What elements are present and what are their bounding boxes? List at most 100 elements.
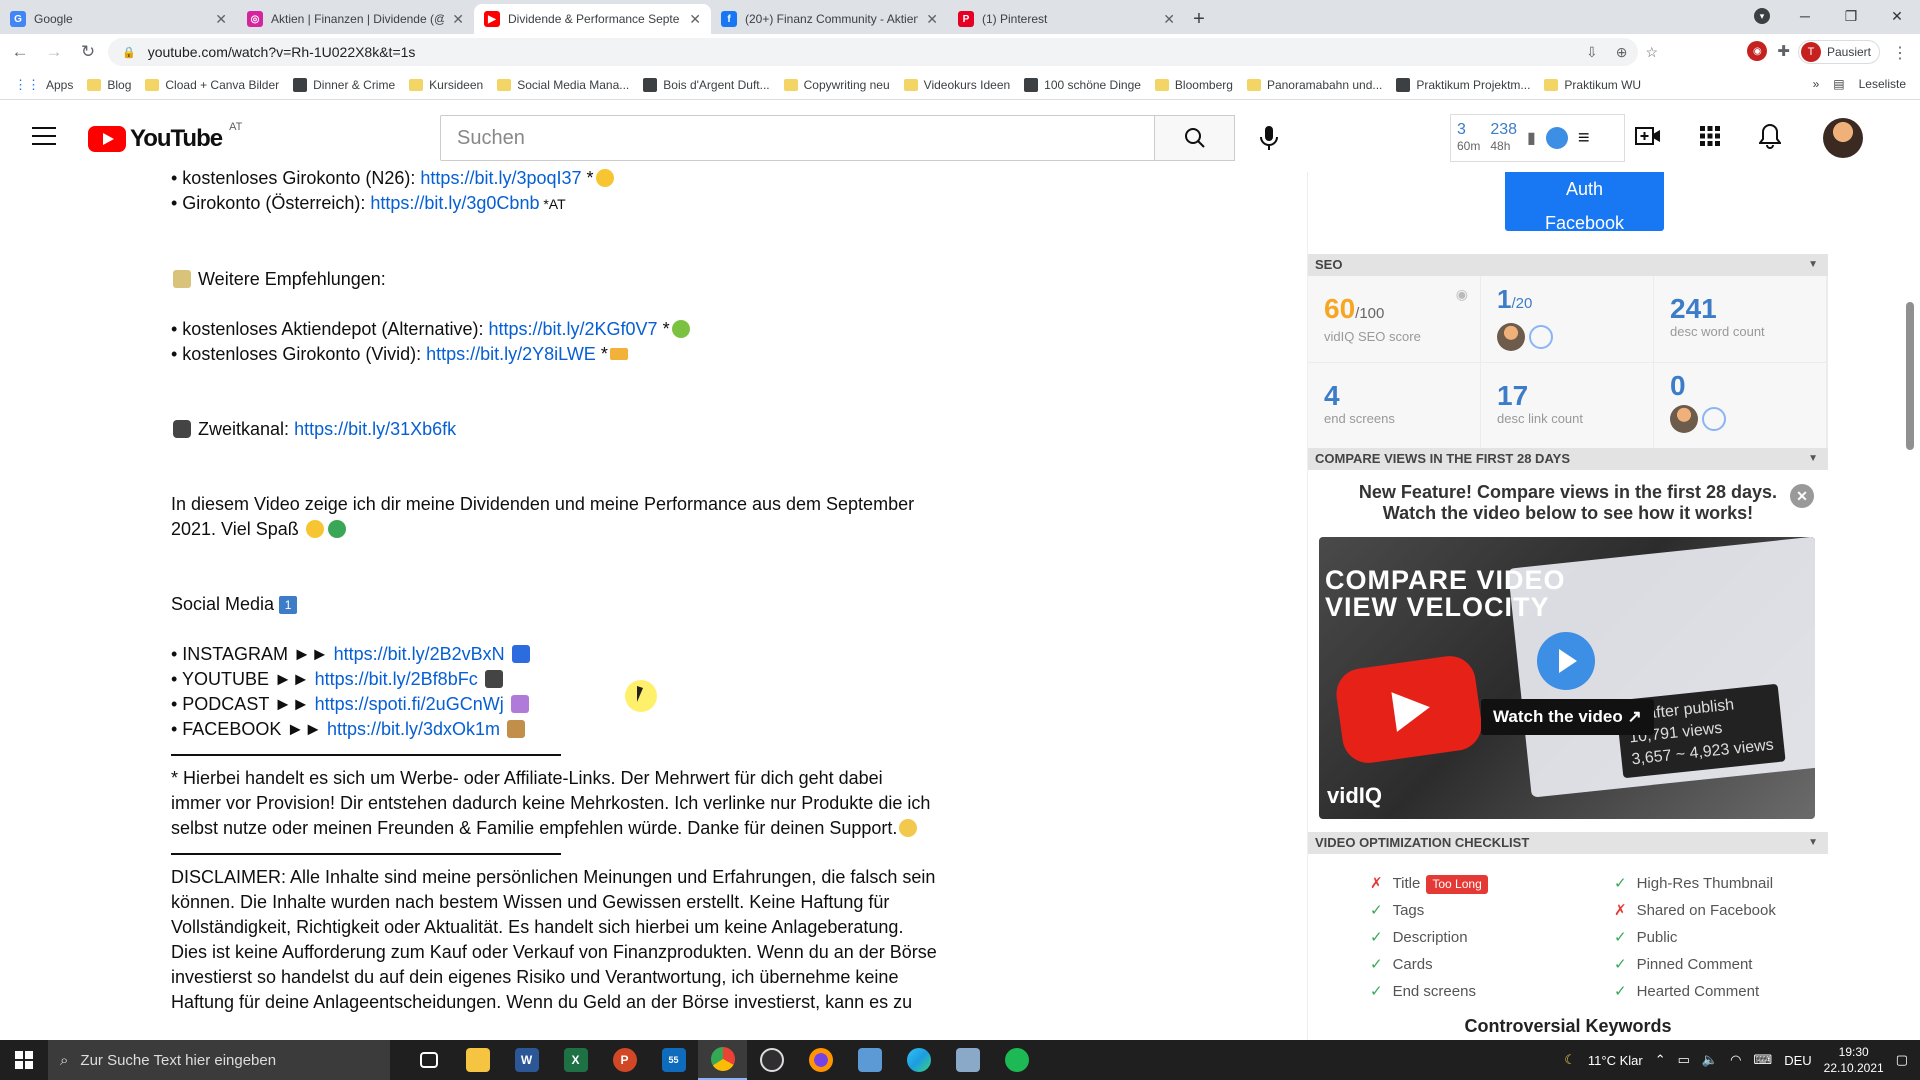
- puzzle-icon[interactable]: ✚: [1777, 42, 1790, 60]
- search-button[interactable]: [1155, 115, 1235, 161]
- watch-video-button[interactable]: Watch the video ↗: [1481, 699, 1654, 735]
- taskbar-app-firefox[interactable]: [796, 1040, 845, 1080]
- install-icon[interactable]: ⇩: [1586, 44, 1598, 61]
- bookmark-item[interactable]: Dinner & Crime: [293, 77, 395, 92]
- eye-icon[interactable]: ◉: [1456, 286, 1468, 303]
- reload-icon[interactable]: ↻: [74, 38, 102, 66]
- reading-list-label[interactable]: Leseliste: [1859, 77, 1906, 91]
- close-tab-icon[interactable]: ✕: [689, 11, 701, 28]
- minimize-icon[interactable]: ─: [1782, 0, 1828, 32]
- checklist-item[interactable]: ✓ Pinned Comment: [1614, 951, 1776, 978]
- close-tab-icon[interactable]: ✕: [215, 11, 227, 28]
- add-user-icon[interactable]: [1702, 407, 1726, 431]
- refresh-icon[interactable]: [1529, 325, 1553, 349]
- collapse-triangle-icon[interactable]: ▼: [1808, 254, 1818, 276]
- zoom-icon[interactable]: ⊕: [1616, 44, 1628, 61]
- bookmark-item[interactable]: Blog: [87, 78, 131, 92]
- checklist-item[interactable]: ✓ Hearted Comment: [1614, 978, 1776, 1005]
- bookmark-item[interactable]: Kursideen: [409, 78, 483, 92]
- close-tab-icon[interactable]: ✕: [1163, 11, 1175, 28]
- taskbar-app-excel[interactable]: X: [551, 1040, 600, 1080]
- lock-icon[interactable]: 🔒: [122, 46, 136, 59]
- user-avatar[interactable]: [1823, 118, 1863, 158]
- checklist-item[interactable]: ✗ Title Too Long: [1370, 870, 1488, 897]
- bookmark-item[interactable]: Praktikum Projektm...: [1396, 77, 1530, 92]
- vidiq-logo-icon[interactable]: [1545, 127, 1568, 149]
- vidiq-menu-icon[interactable]: ≡: [1578, 127, 1590, 150]
- search-input[interactable]: Suchen: [440, 115, 1155, 161]
- apps-grid-icon[interactable]: [1699, 125, 1721, 147]
- close-tab-icon[interactable]: ✕: [926, 11, 938, 28]
- more-bookmarks-icon[interactable]: »: [1813, 77, 1820, 91]
- checklist-item[interactable]: ✗ Shared on Facebook: [1614, 897, 1776, 924]
- reading-list-icon[interactable]: ▤: [1833, 77, 1844, 91]
- bookmark-item[interactable]: Cload + Canva Bilder: [145, 78, 279, 92]
- bookmark-item[interactable]: Videokurs Ideen: [903, 78, 1010, 92]
- compare-views-section-header[interactable]: Compare views in the first 28 days ▼: [1308, 448, 1828, 470]
- volume-icon[interactable]: 🔈: [1702, 1052, 1718, 1068]
- page-scrollbar[interactable]: [1906, 302, 1914, 450]
- social-link[interactable]: https://bit.ly/2Bf8bFc: [315, 669, 478, 689]
- weather-text[interactable]: 11°C Klar: [1588, 1053, 1643, 1068]
- close-window-icon[interactable]: ✕: [1874, 0, 1920, 32]
- task-view-button[interactable]: [404, 1040, 453, 1080]
- bar-chart-icon[interactable]: ▮: [1527, 128, 1536, 148]
- checklist-item[interactable]: ✓ End screens: [1370, 978, 1488, 1005]
- system-clock[interactable]: 19:30 22.10.2021: [1824, 1044, 1884, 1076]
- voice-search-button[interactable]: [1250, 119, 1288, 157]
- taskbar-app-explorer[interactable]: [453, 1040, 502, 1080]
- feature-video-thumbnail[interactable]: COMPARE VIDEO VIEW VELOCITY ys after publ…: [1319, 537, 1815, 819]
- windows-start-button[interactable]: [0, 1040, 48, 1080]
- bookmark-item[interactable]: Panoramabahn und...: [1246, 78, 1382, 92]
- youtube-logo[interactable]: YouTube AT: [88, 121, 242, 153]
- taskbar-search-input[interactable]: ⌕ Zur Suche Text hier eingeben: [48, 1040, 390, 1080]
- browser-tab[interactable]: ▶ Dividende & Performance Septe ✕: [474, 4, 711, 34]
- bookmark-item[interactable]: Bloomberg: [1154, 78, 1233, 92]
- checklist-item[interactable]: ✓ Description: [1370, 924, 1488, 951]
- checklist-item[interactable]: ✓ Cards: [1370, 951, 1488, 978]
- back-icon[interactable]: ←: [6, 38, 34, 66]
- collapse-triangle-icon[interactable]: ▼: [1808, 448, 1818, 470]
- battery-icon[interactable]: ▭: [1678, 1052, 1690, 1068]
- notifications-icon[interactable]: ▢: [1896, 1052, 1908, 1068]
- bookmark-item[interactable]: 100 schöne Dinge: [1024, 77, 1141, 92]
- checklist-item[interactable]: ✓ Public: [1614, 924, 1776, 951]
- bookmark-item[interactable]: Social Media Mana...: [497, 78, 629, 92]
- taskbar-app-notepad[interactable]: [943, 1040, 992, 1080]
- create-video-icon[interactable]: [1635, 125, 1661, 147]
- browser-tab[interactable]: ◎ Aktien | Finanzen | Dividende (@ ✕: [237, 4, 474, 34]
- seo-section-header[interactable]: SEO ▼: [1308, 254, 1828, 276]
- social-link[interactable]: https://spoti.fi/2uGCnWj: [315, 694, 504, 714]
- checklist-item[interactable]: ✓ High-Res Thumbnail: [1614, 870, 1776, 897]
- affiliate-link-austria[interactable]: https://bit.ly/3g0Cbnb: [370, 193, 539, 213]
- taskbar-app-edge[interactable]: [894, 1040, 943, 1080]
- close-tab-icon[interactable]: ✕: [452, 11, 464, 28]
- input-language[interactable]: DEU: [1784, 1053, 1811, 1068]
- wifi-icon[interactable]: ◠: [1730, 1052, 1741, 1068]
- bookmark-item[interactable]: Bois d'Argent Duft...: [643, 77, 770, 92]
- bookmark-item[interactable]: Copywriting neu: [783, 78, 890, 92]
- bookmark-star-icon[interactable]: ☆: [1645, 44, 1658, 61]
- taskbar-app-chrome[interactable]: [698, 1040, 747, 1080]
- taskbar-app-spotify[interactable]: [992, 1040, 1041, 1080]
- collapse-triangle-icon[interactable]: ▼: [1808, 832, 1818, 854]
- close-notice-icon[interactable]: ✕: [1790, 484, 1814, 508]
- social-link[interactable]: https://bit.ly/2B2vBxN: [334, 644, 505, 664]
- affiliate-link-vivid[interactable]: https://bit.ly/2Y8iLWE: [426, 344, 596, 364]
- extension-icon[interactable]: ◉: [1747, 41, 1768, 61]
- bookmark-item[interactable]: ⋮⋮ Apps: [14, 77, 73, 93]
- profile-button[interactable]: T Pausiert: [1797, 40, 1880, 64]
- taskbar-app-mail[interactable]: 55: [649, 1040, 698, 1080]
- address-bar[interactable]: 🔒 youtube.com/watch?v=Rh-1U022X8k&t=1s: [108, 38, 1638, 66]
- checklist-section-header[interactable]: Video Optimization Checklist ▼: [1308, 832, 1828, 854]
- second-channel-link[interactable]: https://bit.ly/31Xb6fk: [294, 419, 456, 439]
- affiliate-link-n26[interactable]: https://bit.ly/3poqI37: [420, 168, 581, 188]
- bookmark-item[interactable]: Praktikum WU: [1544, 78, 1641, 92]
- vidiq-realtime-stats[interactable]: 3 60m 238 48h ▮ ≡: [1450, 114, 1625, 162]
- affiliate-link-aktiendepot[interactable]: https://bit.ly/2KGf0V7: [488, 319, 657, 339]
- taskbar-app-word[interactable]: W: [502, 1040, 551, 1080]
- maximize-icon[interactable]: ❐: [1828, 0, 1874, 32]
- taskbar-app-paint[interactable]: [845, 1040, 894, 1080]
- notifications-bell-icon[interactable]: [1759, 123, 1781, 149]
- browser-tab[interactable]: P (1) Pinterest ✕: [948, 4, 1185, 34]
